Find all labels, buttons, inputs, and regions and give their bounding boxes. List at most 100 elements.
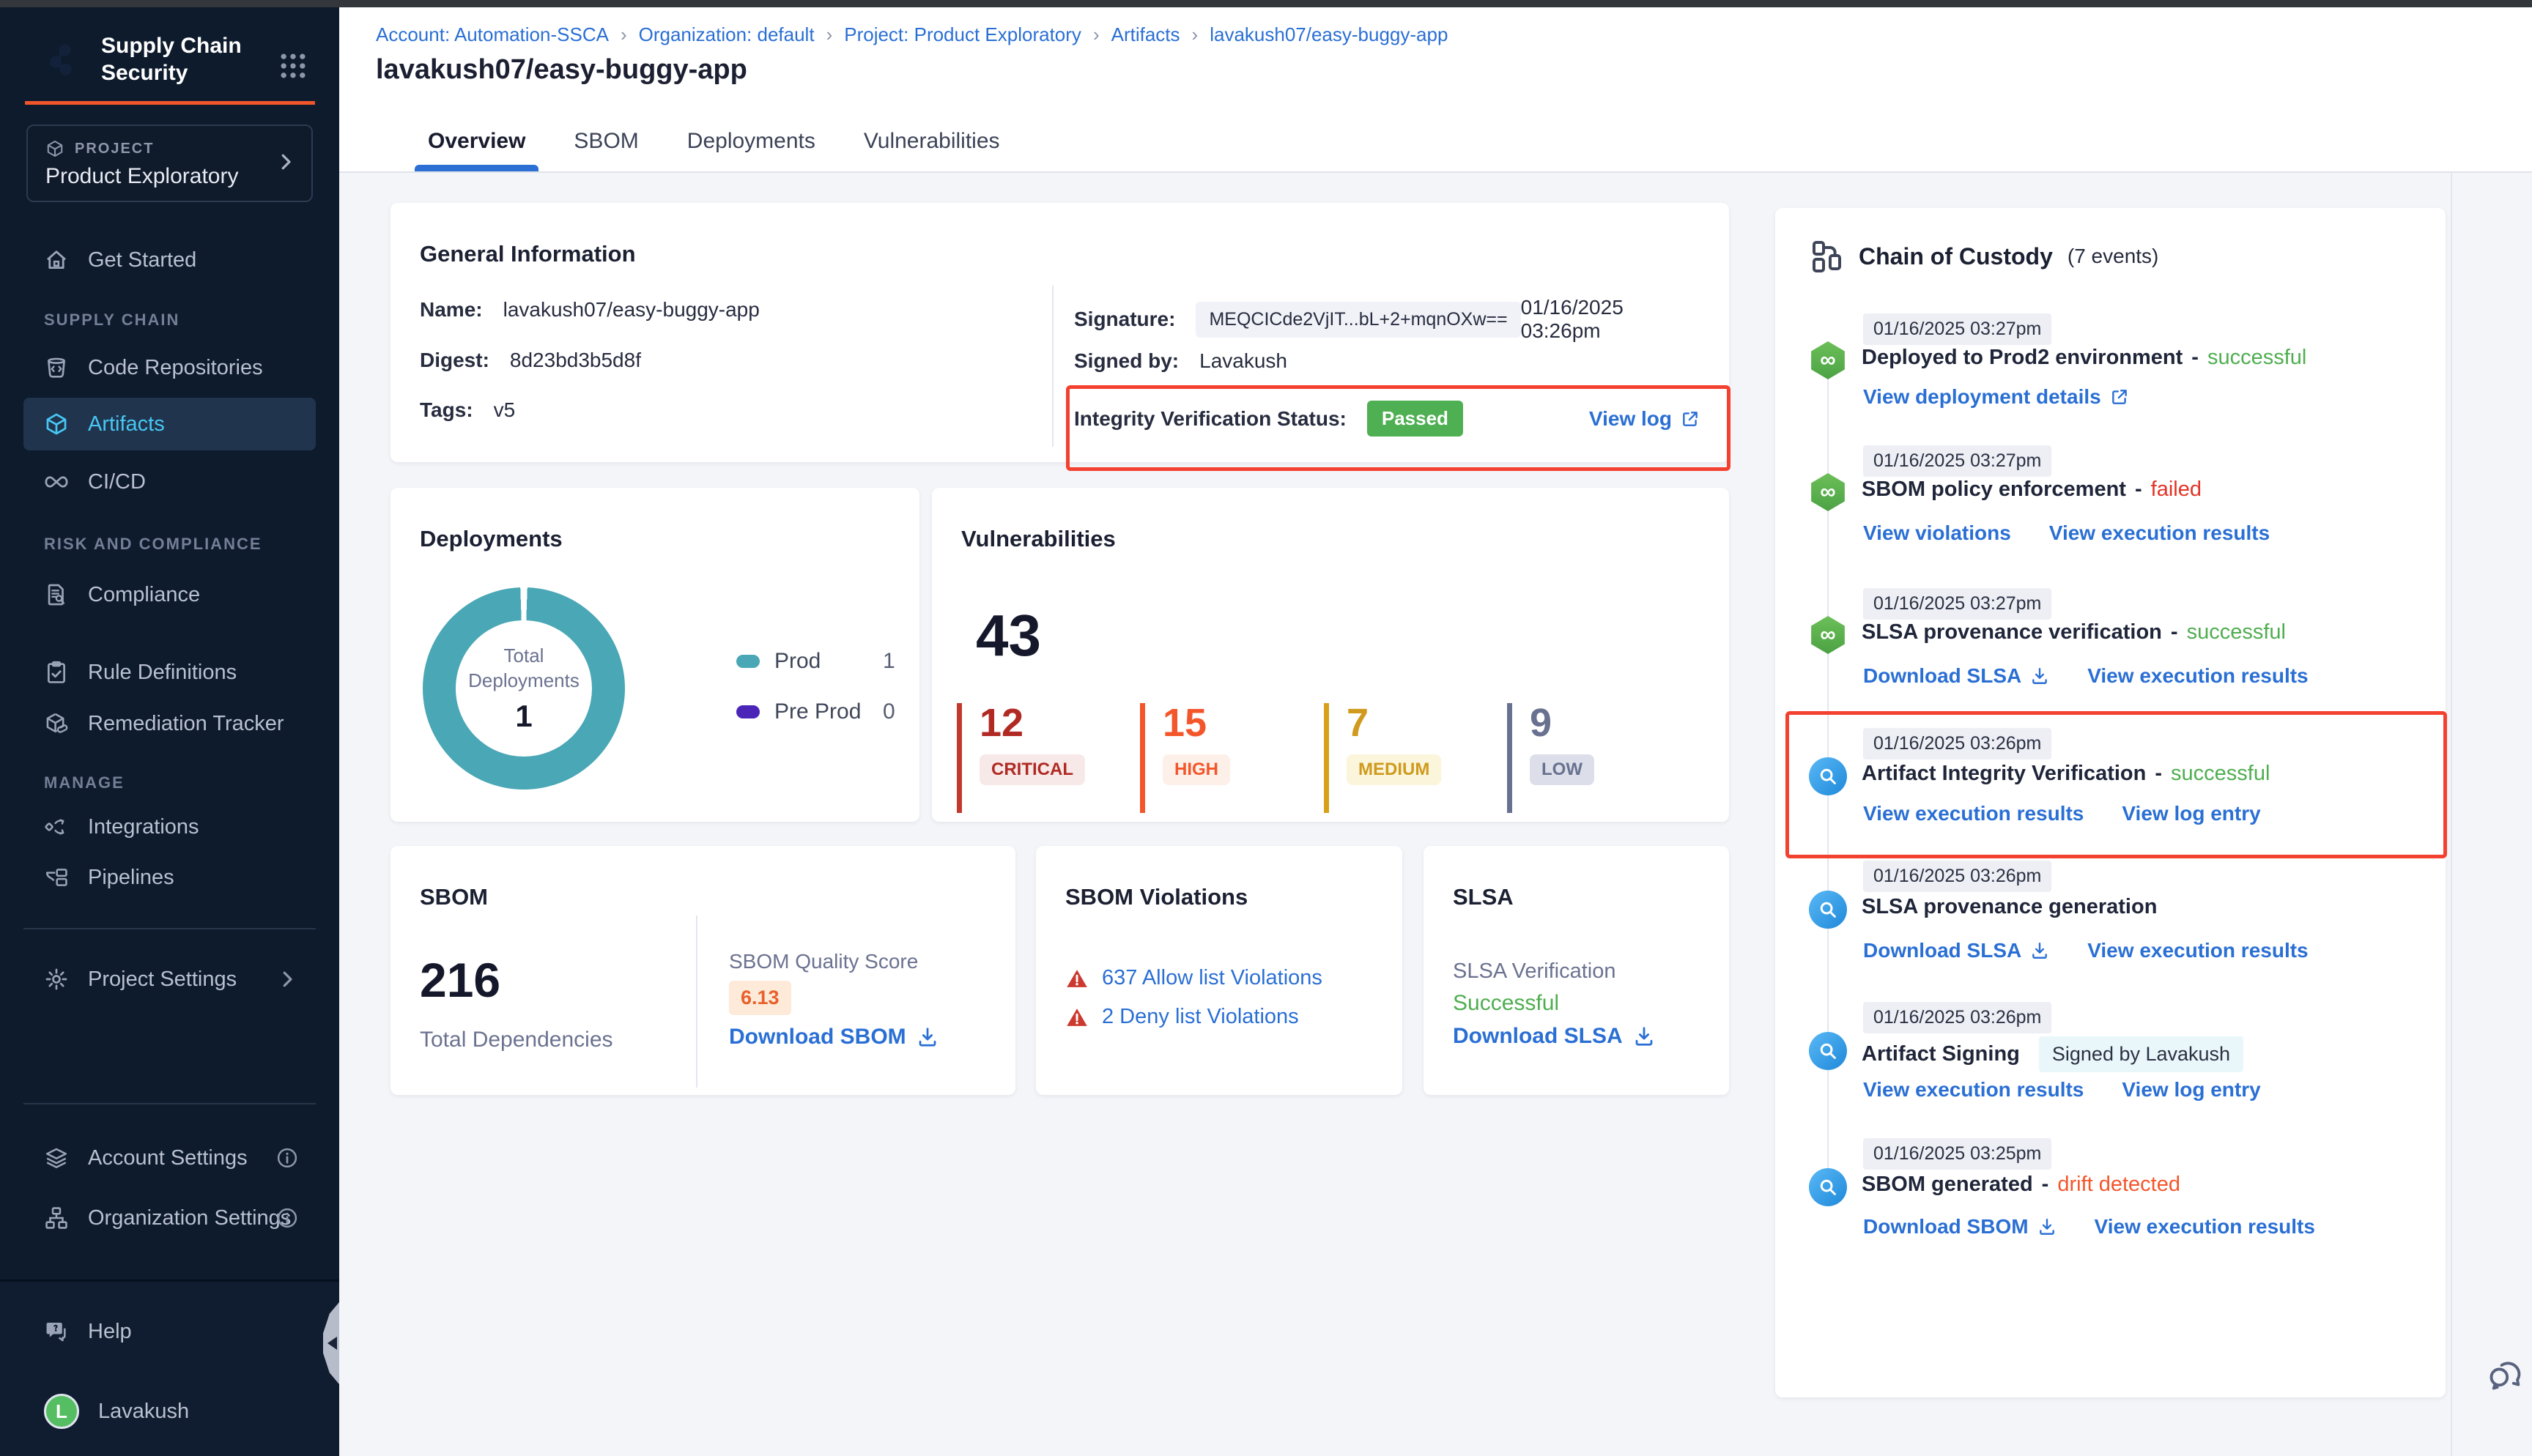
sidebar-item-label: Pipelines [88,866,174,890]
app-switcher-grid-icon[interactable] [277,50,309,82]
artifact-name-row: Name: lavakush07/easy-buggy-app [420,298,760,322]
view-log-link[interactable]: View log [1589,407,1700,431]
medium-stat: 7 MEDIUM [1324,703,1441,813]
slsa-verification-label: SLSA Verification [1453,959,1615,984]
chain-link-icon [1809,239,1844,274]
card-title: General Information [420,241,636,267]
signed-by-label: Signed by: [1074,349,1179,373]
breadcrumb-separator: › [826,23,833,46]
sidebar-item-pipelines[interactable]: Pipelines [23,851,316,904]
events-count: (7 events) [2068,245,2159,268]
download-sbom-link[interactable]: Download SBOM [1863,1215,2057,1238]
info-circle-icon [276,1207,298,1229]
sbom-quality-score-value: 6.13 [729,981,791,1015]
user-name: Lavakush [98,1400,189,1424]
view-execution-results-link[interactable]: View execution results [2087,664,2308,688]
view-execution-results-link[interactable]: View execution results [1863,802,2084,825]
sidebar-section-manage: MANAGE [44,773,125,792]
sidebar-item-artifacts[interactable]: Artifacts [23,398,316,450]
gear-icon [44,967,69,992]
sidebar-item-account-settings[interactable]: Account Settings [23,1132,316,1184]
event-timestamp: 01/16/2025 03:26pm [1863,1002,2051,1033]
low-count: 9 [1530,703,1594,743]
event-links: View execution results View log entry [1863,1078,2261,1102]
sidebar-divider [23,928,316,929]
high-stat: 15 HIGH [1140,703,1230,813]
tab-sbom[interactable]: SBOM [571,129,641,171]
event-timestamp: 01/16/2025 03:25pm [1863,1138,2051,1170]
tab-deployments[interactable]: Deployments [684,129,818,171]
sidebar-item-organization-settings[interactable]: Organization Settings [23,1192,316,1244]
view-log-entry-link[interactable]: View log entry [2122,1078,2260,1102]
sidebar-item-help[interactable]: Help [23,1305,316,1358]
signed-by-row: Signed by: Lavakush [1074,349,1287,373]
breadcrumb-project[interactable]: Project: Product Exploratory [844,23,1081,46]
deny-list-violations-row: 2 Deny list Violations [1065,1005,1299,1029]
download-slsa-link[interactable]: Download SLSA [1453,1024,1655,1049]
artifact-digest-row: Digest: 8d23bd3b5d8f [420,349,641,372]
deny-list-violations-link[interactable]: 2 Deny list Violations [1102,1005,1299,1029]
view-violations-link[interactable]: View violations [1863,521,2011,545]
view-execution-results-link[interactable]: View execution results [1863,1078,2084,1102]
sidebar-item-code-repositories[interactable]: Code Repositories [23,341,316,394]
sidebar-item-rule-definitions[interactable]: Rule Definitions [23,646,316,699]
sidebar-item-project-settings[interactable]: Project Settings [23,953,316,1006]
view-log-entry-link[interactable]: View log entry [2122,802,2260,825]
low-badge: LOW [1530,754,1594,785]
project-name: Product Exploratory [45,164,238,189]
event-title-row: SLSA provenance generation [1862,895,2157,919]
sidebar-item-cicd[interactable]: CI/CD [23,456,316,508]
sidebar-item-compliance[interactable]: Compliance [23,568,316,621]
view-deployment-details-link[interactable]: View deployment details [1863,385,2129,409]
tab-vulnerabilities[interactable]: Vulnerabilities [861,129,1003,171]
donut-center-label: Total Deployments [468,643,580,693]
signature-label: Signature: [1074,308,1175,331]
allow-list-violations-link[interactable]: 637 Allow list Violations [1102,966,1322,990]
view-execution-results-link[interactable]: View execution results [2049,521,2270,545]
page-title: lavakush07/easy-buggy-app [376,54,747,86]
signed-by-badge: Signed by Lavakush [2039,1036,2243,1072]
download-sbom-link[interactable]: Download SBOM [729,1025,939,1050]
slsa-card: SLSA SLSA Verification Successful Downlo… [1424,846,1729,1095]
allow-list-violations-row: 637 Allow list Violations [1065,966,1322,990]
project-selector[interactable]: PROJECT Product Exploratory [26,125,313,202]
tab-overview[interactable]: Overview [425,129,528,171]
total-dependencies-label: Total Dependencies [420,1028,613,1052]
legend-item-pre-prod: Pre Prod [736,699,861,724]
app-title: Supply Chain Security [101,32,242,86]
breadcrumb-current-artifact[interactable]: lavakush07/easy-buggy-app [1210,23,1448,46]
event-title: SLSA provenance generation [1862,895,2157,919]
event-title-row: Deployed to Prod2 environment - successf… [1862,346,2306,370]
sidebar-item-get-started[interactable]: Get Started [23,234,316,286]
event-status: successful [2187,620,2286,645]
download-slsa-link[interactable]: Download SLSA [1863,664,2049,688]
view-execution-results-link[interactable]: View execution results [2095,1215,2315,1238]
sidebar-item-label: Project Settings [88,967,237,992]
info-circle-icon [276,1147,298,1169]
event-links: View deployment details [1863,385,2129,409]
sidebar-item-label: Remediation Tracker [88,712,284,736]
sidebar-item-remediation-tracker[interactable]: Remediation Tracker [23,697,316,750]
signature-value[interactable]: MEQCICde2VjIT...bL+2+mqnOXw== [1196,302,1520,338]
sidebar-section-supply-chain: SUPPLY CHAIN [44,311,179,330]
sidebar-divider [23,1103,316,1104]
event-timestamp: 01/16/2025 03:27pm [1863,445,2051,477]
sbom-quality-score-label: SBOM Quality Score [729,950,918,973]
sidebar-item-integrations[interactable]: Integrations [23,801,316,853]
digest-label: Digest: [420,349,489,372]
event-title: SLSA provenance verification [1862,620,2162,645]
view-execution-results-link[interactable]: View execution results [2087,939,2308,962]
total-dependencies-count: 216 [420,956,500,1004]
tags-value: v5 [494,398,516,422]
breadcrumb-organization[interactable]: Organization: default [639,23,815,46]
breadcrumb-artifacts[interactable]: Artifacts [1111,23,1180,46]
medium-count: 7 [1347,703,1441,743]
scan-magnifier-icon [1809,1032,1847,1070]
feedback-chat-icon[interactable] [2487,1355,2525,1393]
event-title: Artifact Signing [1862,1042,2020,1066]
download-slsa-link[interactable]: Download SLSA [1863,939,2049,962]
breadcrumb-account[interactable]: Account: Automation-SSCA [376,23,609,46]
warning-triangle-icon [1065,967,1089,989]
user-menu[interactable]: L Lavakush [23,1385,316,1438]
chain-of-custody-header: Chain of Custody (7 events) [1809,239,2158,274]
